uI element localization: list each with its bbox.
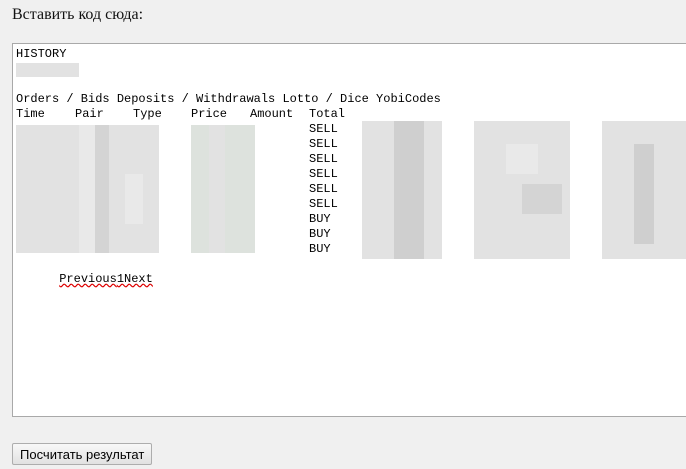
page: Вставить код сюда: HISTORY Orders / Bids… <box>0 0 686 469</box>
column-total: Total <box>309 107 346 121</box>
type-cell: SELL <box>309 152 338 166</box>
type-cell: SELL <box>309 197 338 211</box>
type-cell: SELL <box>309 122 338 136</box>
pagination: Previous1Next <box>16 258 153 300</box>
next-link[interactable]: Next <box>124 272 153 286</box>
prompt-label: Вставить код сюда: <box>12 6 144 23</box>
history-tabs: Orders / Bids Deposits / Withdrawals Lot… <box>16 92 441 106</box>
redacted-price <box>209 125 225 253</box>
type-cell: SELL <box>309 167 338 181</box>
column-time: Time <box>16 107 45 121</box>
column-type: Type <box>133 107 162 121</box>
type-cell: SELL <box>309 182 338 196</box>
code-textarea[interactable]: HISTORY Orders / Bids Deposits / Withdra… <box>12 43 686 417</box>
redacted-time-pair <box>95 125 109 253</box>
column-pair: Pair <box>75 107 104 121</box>
history-title: HISTORY <box>16 47 67 61</box>
redacted-amount <box>394 121 424 259</box>
type-cell: BUY <box>309 242 331 256</box>
redacted-time-pair <box>125 174 143 224</box>
redacted-extra <box>634 144 654 244</box>
previous-link[interactable]: Previous <box>59 272 117 286</box>
type-cell: BUY <box>309 227 331 241</box>
type-cell: BUY <box>309 212 331 226</box>
redacted-total <box>506 144 538 174</box>
redacted-total <box>522 184 562 214</box>
type-cell: SELL <box>309 137 338 151</box>
redacted-time-pair <box>79 125 95 253</box>
calculate-result-button[interactable]: Посчитать результат <box>12 443 153 465</box>
column-price: Price <box>191 107 228 121</box>
redacted-subtitle <box>16 63 79 77</box>
column-amount: Amount <box>250 107 294 121</box>
page-number-link[interactable]: 1 <box>117 272 124 286</box>
